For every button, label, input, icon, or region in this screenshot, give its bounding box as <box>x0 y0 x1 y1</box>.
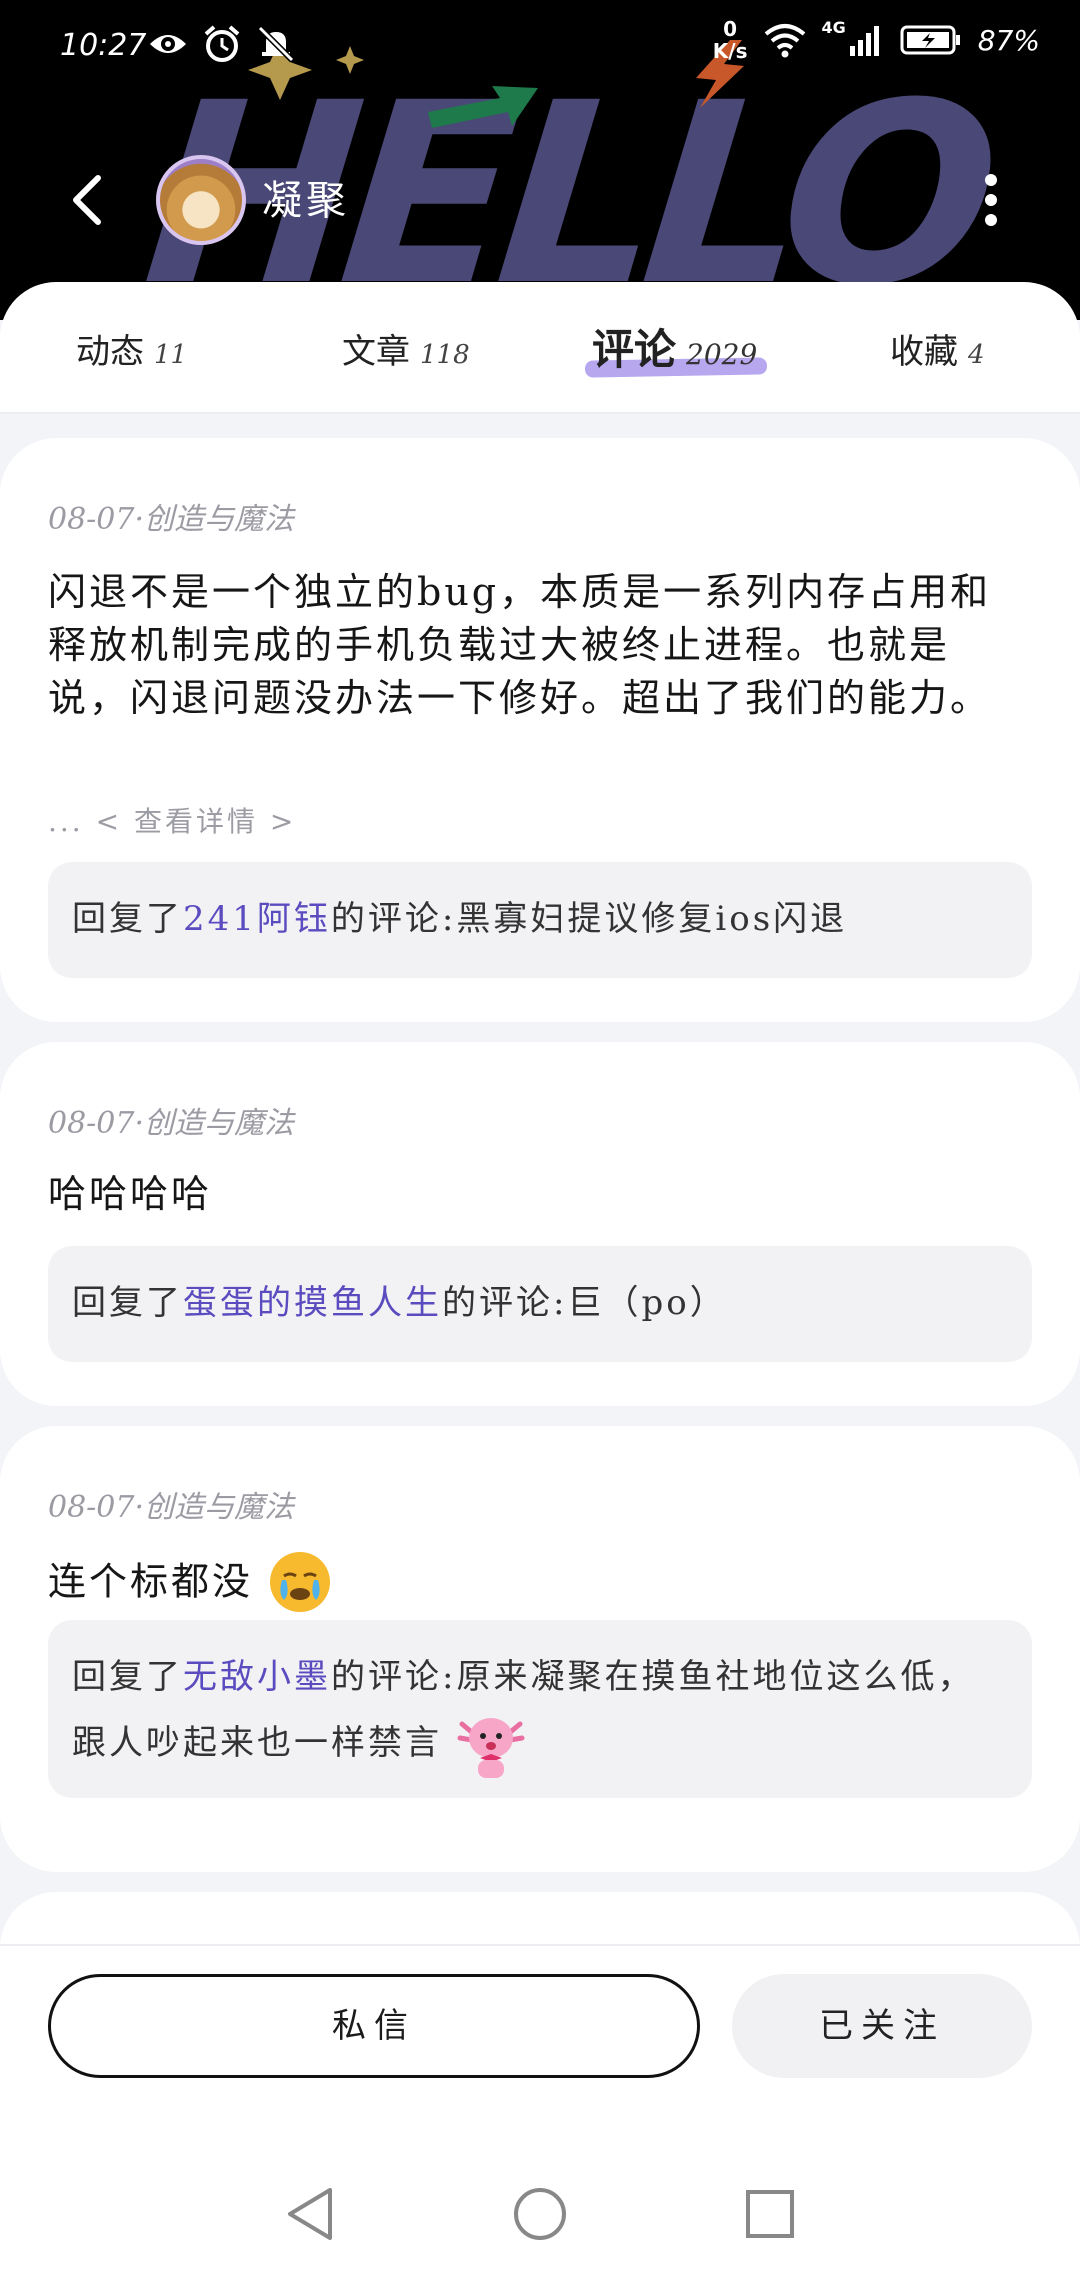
battery-charging-icon <box>900 25 960 55</box>
reply-prefix: 回复了 <box>72 899 183 939</box>
mute-bell-icon <box>257 25 295 63</box>
status-bar: 10:27 0 K/s 4G 87% <box>0 0 1080 100</box>
nav-home-icon[interactable] <box>512 2186 568 2242</box>
more-options-icon[interactable] <box>966 170 1016 230</box>
pink-axolotl-sticker-icon <box>457 1718 525 1778</box>
tab-label: 动态 <box>76 332 144 372</box>
nav-back-icon[interactable] <box>284 2186 336 2242</box>
comment-text-row: 连个标都没 <box>48 1550 332 1614</box>
tab-articles[interactable]: 文章 118 <box>342 324 470 373</box>
reply-user-link[interactable]: 蛋蛋的摸鱼人生 <box>183 1283 442 1323</box>
nav-recents-icon[interactable] <box>744 2186 796 2242</box>
battery-percent: 87% <box>977 23 1040 57</box>
profile-tabs: 动态 11 文章 118 评论 2029 收藏 4 <box>0 282 1080 414</box>
reply-mid: 的评论: <box>442 1283 568 1323</box>
action-bar: 私信 已关注 <box>0 1944 1080 2136</box>
tab-count: 11 <box>154 340 188 370</box>
reply-quote[interactable]: 回复了241阿钰的评论:黑寡妇提议修复ios闪退 <box>48 862 1032 978</box>
tab-label: 文章 <box>342 332 410 372</box>
reply-text: 巨（po） <box>567 1283 727 1323</box>
profile-nav-row: 凝聚 <box>0 140 1080 250</box>
network-speed: 0 K/s <box>713 18 748 62</box>
comment-card[interactable]: 08-07·创造与魔法 连个标都没 回复了无敌小墨的评论:原来凝聚在摸鱼社地位这… <box>0 1426 1080 1872</box>
status-time: 10:27 <box>60 28 147 63</box>
alarm-icon <box>204 25 240 62</box>
system-navigation-bar <box>0 2134 1080 2280</box>
comment-card[interactable]: 08-07·创造与魔法 闪退不是一个独立的bug，本质是一系列内存占用和释放机制… <box>0 438 1080 1022</box>
tab-count: 2029 <box>686 338 758 371</box>
reply-user-link[interactable]: 无敌小墨 <box>183 1657 331 1697</box>
back-arrow-icon[interactable] <box>60 170 120 230</box>
reply-text: 黑寡妇提议修复ios闪退 <box>456 899 848 939</box>
tab-favorites[interactable]: 收藏 4 <box>890 324 985 373</box>
comment-meta: 08-07·创造与魔法 <box>48 502 295 537</box>
tab-label: 收藏 <box>890 332 958 372</box>
reply-mid: 的评论: <box>331 1657 457 1697</box>
reply-quote[interactable]: 回复了蛋蛋的摸鱼人生的评论:巨（po） <box>48 1246 1032 1362</box>
status-icons-right: 0 K/s 4G 87% <box>713 18 1040 62</box>
eye-icon <box>150 35 186 53</box>
signal-icon <box>849 26 879 56</box>
comment-text: 连个标都没 <box>48 1559 254 1604</box>
tab-posts[interactable]: 动态 11 <box>76 324 187 373</box>
net-speed-unit: K/s <box>712 39 748 63</box>
tab-label: 评论 <box>592 325 677 374</box>
comment-text: 闪退不是一个独立的bug，本质是一系列内存占用和释放机制完成的手机负载过大被终止… <box>48 570 992 720</box>
comment-text: 哈哈哈哈 <box>48 1172 213 1216</box>
reply-mid: 的评论: <box>330 899 457 939</box>
tab-count: 118 <box>420 340 470 370</box>
reply-prefix: 回复了 <box>72 1657 183 1697</box>
tab-comments[interactable]: 评论 2029 <box>592 316 757 377</box>
comment-card[interactable]: 08-07·创造与魔法 哈哈哈哈 回复了蛋蛋的摸鱼人生的评论:巨（po） <box>0 1042 1080 1406</box>
avatar[interactable] <box>156 155 246 245</box>
following-button[interactable]: 已关注 <box>732 1974 1032 2078</box>
view-details-link[interactable]: ... < 查看详情 > <box>48 800 296 840</box>
reply-quote[interactable]: 回复了无敌小墨的评论:原来凝聚在摸鱼社地位这么低，跟人吵起来也一样禁言 <box>48 1620 1032 1798</box>
profile-header: HELLO 10:27 0 K/s 4G 87% 凝聚 <box>0 0 1080 320</box>
tab-count: 4 <box>968 340 985 370</box>
crying-face-emoji-icon <box>270 1552 331 1612</box>
comment-meta: 08-07·创造与魔法 <box>48 1490 295 1525</box>
user-name: 凝聚 <box>262 178 350 224</box>
reply-user-link[interactable]: 241阿钰 <box>183 899 331 939</box>
comment-meta: 08-07·创造与魔法 <box>48 1106 295 1141</box>
status-icons-left <box>148 24 296 64</box>
private-message-button[interactable]: 私信 <box>48 1974 700 2078</box>
network-type: 4G <box>821 18 846 37</box>
reply-prefix: 回复了 <box>72 1283 183 1323</box>
wifi-icon <box>764 24 805 58</box>
net-speed-value: 0 <box>723 17 738 41</box>
